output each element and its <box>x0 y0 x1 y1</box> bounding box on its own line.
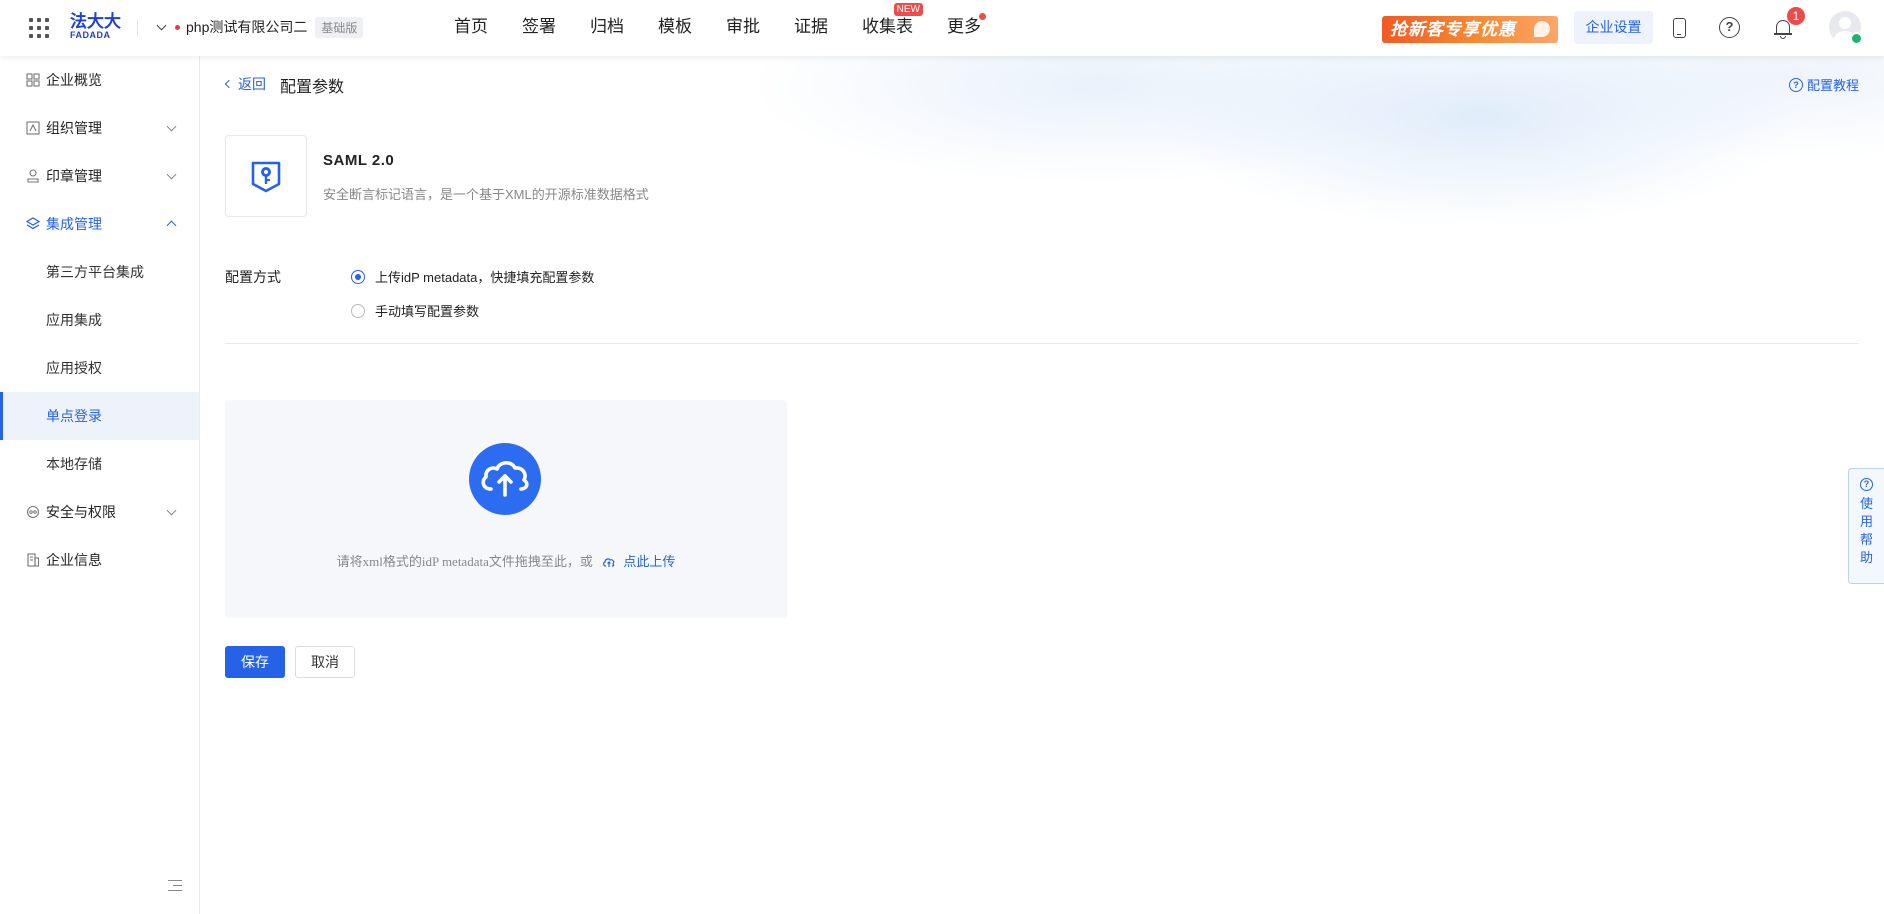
back-link[interactable]: 返回 <box>224 74 266 94</box>
mobile-icon[interactable] <box>1673 18 1686 38</box>
nav-approval[interactable]: 审批 <box>726 16 760 38</box>
notification-dot <box>979 13 986 20</box>
collapse-sidebar-icon[interactable] <box>168 880 182 892</box>
chevron-down-icon <box>166 169 177 179</box>
config-tutorial-link[interactable]: ? 配置教程 <box>1788 75 1859 94</box>
plan-badge: 基础版 <box>315 16 364 38</box>
radio-button[interactable] <box>351 303 365 318</box>
org-icon <box>26 121 40 135</box>
sidebar-subitem-sso[interactable]: 单点登录 <box>0 392 199 440</box>
promo-banner[interactable]: 抢新客专享优惠 <box>1382 16 1558 43</box>
header-divider <box>137 19 138 37</box>
sidebar-subitem-app-integration[interactable]: 应用集成 <box>0 296 199 344</box>
new-badge: NEW <box>893 3 923 16</box>
enterprise-settings-button[interactable]: 企业设置 <box>1574 11 1653 44</box>
pointer-icon <box>1534 21 1550 37</box>
sidebar-item-integration[interactable]: 集成管理 <box>0 200 199 248</box>
chevron-down-icon <box>156 20 167 30</box>
main-content: 返回 配置参数 ? 配置教程 SAML 2.0 安全断言标记语言，是一个基于XM… <box>200 56 1884 914</box>
sidebar-item-label: 集成管理 <box>46 216 102 232</box>
sidebar-item-label: 印章管理 <box>46 168 102 184</box>
sidebar-subitem-third-party[interactable]: 第三方平台集成 <box>0 248 199 296</box>
verified-check-icon <box>1850 32 1863 45</box>
cloud-upload-small-icon <box>603 558 615 567</box>
help-icon[interactable]: ? <box>1719 17 1740 38</box>
nav-home[interactable]: 首页 <box>454 16 488 38</box>
layers-icon <box>26 217 40 230</box>
sidebar: 企业概览 组织管理 印章管理 集成管理 第三方平台集成 应用集成 应用授权 单点… <box>0 56 200 914</box>
radio-manual-config[interactable]: 手动填写配置参数 <box>351 301 479 320</box>
page-title: 配置参数 <box>280 79 345 96</box>
company-switcher[interactable]: php测试有限公司二 基础版 <box>156 16 364 38</box>
sidebar-item-label: 组织管理 <box>46 120 102 136</box>
saml-title: SAML 2.0 <box>323 152 395 169</box>
config-method-label: 配置方式 <box>225 269 281 285</box>
nav-more[interactable]: 更多 <box>947 13 986 38</box>
section-divider <box>225 343 1859 344</box>
nav-collect-form[interactable]: 收集表 NEW <box>862 3 923 38</box>
help-float-button[interactable]: ? 使用帮助 <box>1848 468 1884 584</box>
nav-evidence[interactable]: 证据 <box>794 16 828 38</box>
sidebar-item-seal[interactable]: 印章管理 <box>0 152 199 200</box>
logo-en: FADADA <box>70 30 111 40</box>
question-circle-icon: ? <box>1860 478 1873 491</box>
chevron-left-icon <box>224 79 234 89</box>
shield-key-icon <box>251 161 281 193</box>
dashboard-icon <box>26 73 40 87</box>
chevron-down-icon <box>166 121 177 131</box>
top-navbar: 法大大 FADADA php测试有限公司二 基础版 首页 签署 归档 模板 审批… <box>0 0 1884 56</box>
notification-count-badge: 1 <box>1787 7 1805 25</box>
sidebar-item-security[interactable]: 安全与权限 <box>0 488 199 536</box>
sidebar-item-company-info[interactable]: 企业信息 <box>0 536 199 584</box>
sidebar-item-org[interactable]: 组织管理 <box>0 104 199 152</box>
upload-dropzone[interactable]: 请将xml格式的idP metadata文件拖拽至此，或 点此上传 <box>225 400 787 618</box>
radio-upload-metadata[interactable]: 上传idP metadata，快捷填充配置参数 <box>351 267 594 286</box>
cancel-button[interactable]: 取消 <box>295 646 355 678</box>
sidebar-item-label: 企业概览 <box>46 72 102 88</box>
chevron-up-icon <box>166 220 177 231</box>
sidebar-item-overview[interactable]: 企业概览 <box>0 56 199 104</box>
sidebar-subitem-app-auth[interactable]: 应用授权 <box>0 344 199 392</box>
logo-cn: 法大大 <box>70 12 121 31</box>
brand-logo[interactable]: 法大大 FADADA <box>70 13 122 43</box>
upload-hint: 请将xml格式的idP metadata文件拖拽至此，或 点此上传 <box>336 554 676 569</box>
nav-template[interactable]: 模板 <box>658 16 692 38</box>
seal-icon <box>27 169 39 183</box>
saml-logo-card <box>225 135 307 217</box>
nav-archive[interactable]: 归档 <box>590 16 624 38</box>
status-dot <box>175 24 180 30</box>
click-upload-link[interactable]: 点此上传 <box>623 554 675 569</box>
save-button[interactable]: 保存 <box>225 646 285 678</box>
sidebar-subitem-local-storage[interactable]: 本地存储 <box>0 440 199 488</box>
company-name: php测试有限公司二 <box>186 19 308 35</box>
radio-button[interactable] <box>351 269 365 284</box>
question-circle-icon: ? <box>1788 77 1803 92</box>
sidebar-item-label: 企业信息 <box>46 552 102 568</box>
sidebar-item-label: 安全与权限 <box>46 504 116 520</box>
app-grid-icon[interactable] <box>29 18 49 38</box>
cloud-upload-icon <box>469 443 541 515</box>
nav-sign[interactable]: 签署 <box>522 16 556 38</box>
main-nav: 首页 签署 归档 模板 审批 证据 收集表 NEW 更多 <box>454 3 1015 38</box>
chevron-down-icon <box>166 505 177 515</box>
security-icon <box>26 505 40 519</box>
saml-description: 安全断言标记语言，是一个基于XML的开源标准数据格式 <box>323 187 649 202</box>
building-icon <box>27 553 40 567</box>
